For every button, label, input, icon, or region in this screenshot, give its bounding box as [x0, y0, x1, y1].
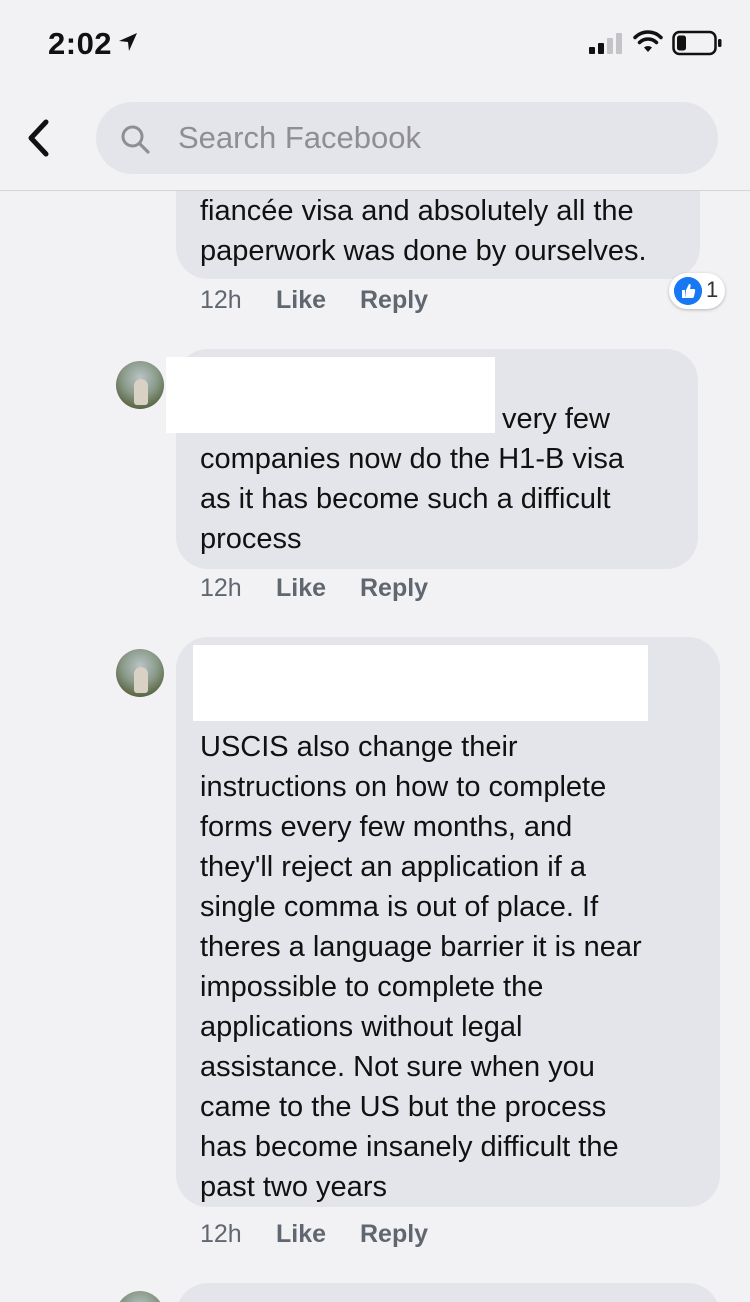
search-input[interactable]: Search Facebook [96, 102, 718, 174]
wifi-icon [633, 30, 663, 52]
reaction-badge[interactable]: 1 [669, 273, 725, 309]
signal-icon [589, 33, 622, 54]
avatar[interactable] [116, 1291, 164, 1302]
reply-button[interactable]: Reply [360, 1220, 428, 1249]
comment-text-line: single comma is out of place. If [200, 891, 599, 923]
comment-text-line: they'll reject an application if a [200, 851, 586, 883]
comment-text-line: assistance. Not sure when you [200, 1051, 595, 1083]
comment-text-line: process [200, 523, 302, 555]
comment-text-line: theres a language barrier it is near [200, 931, 642, 963]
like-button[interactable]: Like [276, 1220, 326, 1249]
reply-button[interactable]: Reply [360, 574, 428, 603]
comment-text-line: instructions on how to complete [200, 771, 607, 803]
thumbs-up-icon [674, 277, 702, 305]
comment-timestamp: 12h [200, 574, 242, 602]
comment-text-line: forms every few months, and [200, 811, 573, 843]
status-time: 2:02 [48, 26, 113, 61]
reply-button[interactable]: Reply [360, 286, 428, 315]
comment-timestamp: 12h [200, 1220, 242, 1248]
location-arrow-icon [119, 33, 137, 51]
comment-text-line: USCIS also change their [200, 731, 518, 763]
comment-text-line: applications without legal [200, 1011, 523, 1043]
chevron-left-icon [28, 119, 49, 157]
comment-feed[interactable]: fiancée visa and absolutely all the pape… [0, 191, 750, 1302]
comment-timestamp: 12h [200, 286, 242, 314]
like-button[interactable]: Like [276, 574, 326, 603]
avatar[interactable] [116, 361, 164, 409]
status-bar: 2:02 [0, 0, 750, 90]
comment-text-line: past two years [200, 1171, 387, 1203]
comment-text-line: as it has become such a difficult [200, 483, 611, 515]
comment-text-line: companies now do the H1-B visa [200, 443, 624, 475]
comment-bubble [176, 1283, 720, 1302]
battery-icon [672, 30, 722, 56]
comment-text-line: has become insanely difficult the [200, 1131, 619, 1163]
search-icon [121, 125, 150, 154]
avatar[interactable] [116, 649, 164, 697]
reaction-count: 1 [706, 277, 719, 302]
redacted-block [193, 645, 648, 721]
back-button[interactable] [22, 116, 58, 160]
search-header: Search Facebook [0, 90, 750, 191]
comment-text-line: came to the US but the process [200, 1091, 607, 1123]
search-placeholder: Search Facebook [178, 120, 421, 155]
comment-text-line: very few [502, 403, 610, 435]
comment-text-line: paperwork was done by ourselves. [200, 235, 647, 267]
comment-text-line: impossible to complete the [200, 971, 544, 1003]
like-button[interactable]: Like [276, 286, 326, 315]
redacted-block [166, 357, 495, 433]
comment-text-line: fiancée visa and absolutely all the [200, 195, 634, 227]
